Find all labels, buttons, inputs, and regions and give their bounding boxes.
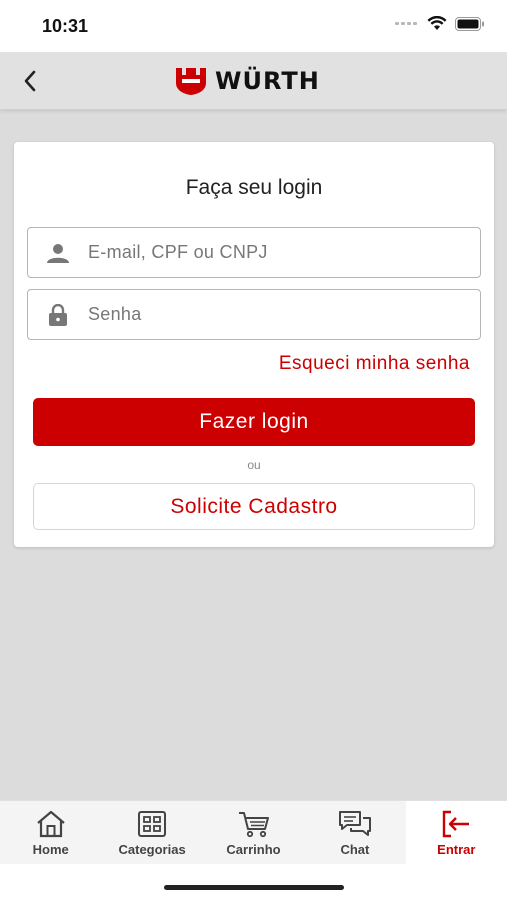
password-field[interactable] [27,289,481,340]
app-header: WÜRTH [0,52,507,110]
nav-label-carrinho: Carrinho [226,842,281,857]
nav-label-chat: Chat [340,842,370,857]
nav-item-home[interactable]: Home [0,801,101,864]
email-input[interactable] [88,242,468,263]
user-icon [28,243,88,263]
nav-label-home: Home [32,842,69,857]
brand-name: WÜRTH [215,67,320,95]
wifi-icon [427,16,447,30]
battery-icon [455,16,484,31]
status-icons [395,16,485,31]
lock-icon [28,303,88,326]
brand-logo: WÜRTH [175,66,320,96]
nav-label-categorias: Categorias [118,842,186,857]
page-title: Faça seu login [185,176,323,199]
home-indicator-area [0,864,507,900]
nav-item-entrar[interactable]: Entrar [405,801,507,864]
chevron-left-icon [24,70,36,92]
or-separator: ou [247,458,261,472]
nav-label-entrar: Entrar [437,842,476,857]
login-card: Faça seu login Esqueci minha senha Fazer… [14,142,494,547]
nav-item-categorias[interactable]: Categorias [101,801,202,864]
home-indicator[interactable] [164,885,344,890]
chat-icon [338,811,371,836]
grid-icon [138,811,167,837]
status-bar: 10:31 [0,0,507,52]
forgot-password-link[interactable]: Esqueci minha senha [279,353,470,375]
wurth-logo-icon [176,68,206,95]
register-button[interactable]: Solicite Cadastro [33,483,475,530]
cart-icon [238,812,269,838]
login-button[interactable]: Fazer login [33,398,475,446]
bottom-nav: Home Categorias Carrinho Chat Entrar [0,800,507,864]
home-icon [36,810,65,838]
email-field[interactable] [27,227,481,278]
nav-item-chat[interactable]: Chat [304,801,405,864]
login-icon [443,810,470,838]
status-time: 10:31 [42,16,89,36]
password-input[interactable] [88,304,468,325]
nav-item-carrinho[interactable]: Carrinho [203,801,304,864]
signal-icon [395,22,417,25]
back-button[interactable] [14,65,46,97]
